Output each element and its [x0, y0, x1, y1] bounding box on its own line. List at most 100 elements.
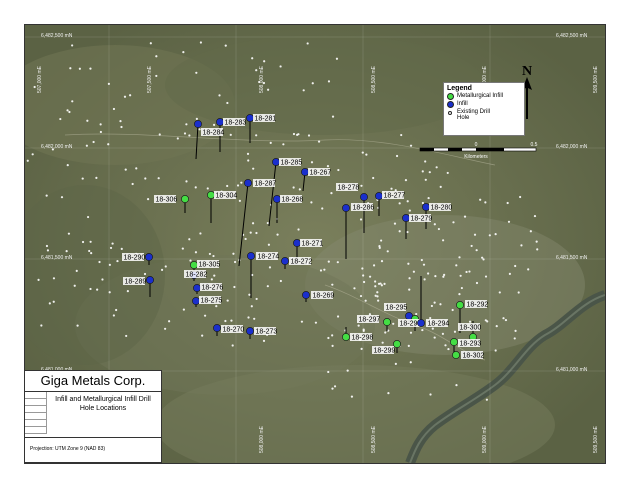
drill-hole-marker[interactable] — [272, 158, 280, 166]
drill-hole-marker[interactable] — [342, 333, 350, 341]
drill-hole-marker[interactable] — [247, 252, 255, 260]
map-subtitle: Infill and Metallurgical Infill Drill Ho… — [55, 396, 151, 412]
drill-hole-marker[interactable] — [146, 276, 154, 284]
existing-drill-hole — [203, 314, 207, 317]
existing-drill-hole — [52, 277, 56, 280]
existing-drill-hole — [398, 202, 401, 205]
existing-drill-hole — [446, 171, 449, 175]
existing-drill-hole — [206, 187, 209, 190]
drill-hole-marker[interactable] — [246, 114, 254, 122]
existing-drill-hole — [473, 233, 477, 236]
drill-hole-label: 18-269 — [313, 293, 335, 300]
existing-drill-hole — [120, 125, 123, 129]
existing-drill-hole — [201, 334, 204, 337]
existing-drill-hole — [409, 361, 412, 364]
drill-hole-marker[interactable] — [192, 297, 200, 305]
existing-drill-hole — [429, 316, 432, 320]
existing-drill-hole — [327, 336, 330, 340]
existing-drill-hole — [31, 153, 34, 156]
drill-hole-label: 18-281 — [255, 116, 277, 123]
existing-drill-hole — [422, 263, 426, 266]
existing-drill-hole — [451, 308, 454, 312]
existing-drill-hole — [269, 141, 272, 144]
existing-drill-hole — [504, 318, 508, 322]
existing-drill-hole — [86, 119, 89, 122]
drill-hole-marker[interactable] — [273, 195, 281, 203]
existing-drill-hole — [514, 264, 517, 268]
drill-hole-marker[interactable] — [181, 195, 189, 203]
existing-drill-hole — [255, 134, 258, 137]
drill-hole-marker[interactable] — [302, 291, 310, 299]
easting-label: 508,000 mE — [259, 65, 265, 93]
drill-hole-marker[interactable] — [301, 168, 309, 176]
existing-drill-hole — [468, 320, 472, 323]
drill-hole-marker[interactable] — [281, 257, 289, 265]
existing-drill-hole — [120, 247, 123, 250]
existing-drill-hole — [116, 259, 119, 263]
existing-drill-hole — [376, 291, 379, 294]
drill-hole-marker[interactable] — [402, 214, 410, 222]
drill-hole-marker[interactable] — [190, 261, 198, 269]
drill-hole-label: 18-295 — [386, 305, 408, 312]
drill-hole-marker[interactable] — [452, 351, 460, 359]
existing-drill-hole — [335, 57, 339, 60]
drill-hole-marker[interactable] — [417, 319, 425, 327]
drill-hole-marker[interactable] — [207, 191, 215, 199]
existing-drill-hole — [443, 273, 446, 276]
drill-hole-marker[interactable] — [342, 204, 350, 212]
easting-label: 507,500 mE — [147, 65, 153, 93]
drill-hole-marker[interactable] — [375, 192, 383, 200]
existing-drill-hole — [441, 332, 445, 335]
drill-hole-marker[interactable] — [450, 338, 458, 346]
drill-hole-marker[interactable] — [194, 120, 202, 128]
existing-drill-hole — [255, 231, 258, 235]
existing-drill-hole — [158, 133, 161, 136]
drill-hole-label: 18-286 — [353, 205, 375, 212]
drill-hole-marker[interactable] — [293, 239, 301, 247]
legend-item-infill: Infill — [447, 101, 524, 108]
drill-hole-marker[interactable] — [213, 324, 221, 332]
existing-drill-hole — [232, 252, 235, 255]
drill-hole-label: 18-292 — [467, 302, 489, 309]
drill-hole-marker[interactable] — [360, 193, 368, 201]
drill-hole-marker[interactable] — [193, 284, 201, 292]
legend: Legend Metallurgical Infill Infill Exist… — [443, 82, 525, 136]
existing-drill-hole — [262, 339, 266, 342]
northing-label: 6,481,500 mN — [556, 255, 588, 261]
drill-hole-marker[interactable] — [456, 301, 464, 309]
existing-drill-hole — [252, 167, 255, 170]
existing-drill-hole — [123, 95, 127, 98]
existing-drill-hole — [226, 299, 229, 302]
existing-drill-hole — [144, 177, 147, 180]
existing-drill-hole — [306, 42, 309, 45]
existing-drill-hole — [297, 228, 300, 231]
existing-drill-hole — [195, 117, 198, 121]
existing-drill-hole — [520, 244, 523, 247]
drill-hole-marker[interactable] — [422, 203, 430, 211]
existing-drill-hole — [439, 185, 442, 188]
drill-hole-marker[interactable] — [383, 318, 391, 326]
existing-drill-hole — [129, 94, 132, 97]
existing-drill-hole — [361, 151, 364, 154]
existing-drill-hole — [229, 133, 232, 136]
drill-hole-marker[interactable] — [244, 179, 252, 187]
existing-drill-hole — [282, 143, 285, 146]
drill-hole-label: 18-306 — [156, 197, 178, 204]
drill-hole-label: 18-270 — [223, 327, 245, 334]
drill-hole-marker[interactable] — [246, 327, 254, 335]
existing-drill-hole — [267, 88, 270, 91]
existing-drill-hole — [199, 232, 202, 235]
easting-label: 509,500 mE — [593, 425, 599, 453]
drill-hole-marker[interactable] — [145, 253, 153, 261]
existing-drill-hole — [71, 100, 74, 103]
existing-drill-hole — [247, 316, 250, 319]
easting-label: 509,500 mE — [593, 65, 599, 93]
existing-drill-hole — [60, 196, 64, 199]
existing-drill-hole — [327, 80, 331, 83]
drill-hole-marker[interactable] — [216, 118, 224, 126]
easting-label: 507,000 mE — [37, 65, 43, 93]
scale-bar: Kilometers 0 0.5 — [416, 142, 540, 164]
existing-drill-hole — [250, 305, 253, 308]
existing-drill-hole — [408, 209, 411, 212]
existing-drill-hole — [67, 232, 71, 235]
